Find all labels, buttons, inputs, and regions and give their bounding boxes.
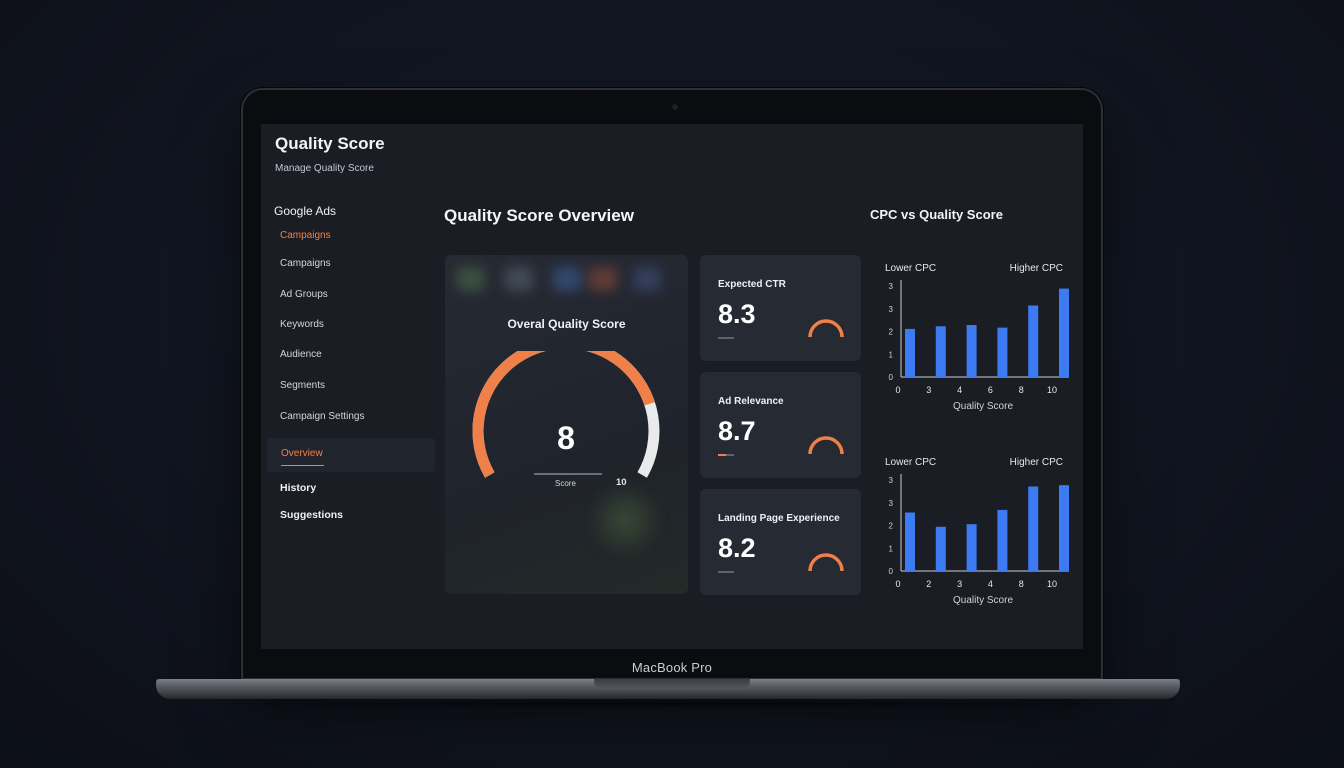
- bar: [905, 328, 915, 377]
- sidebar-item-overview[interactable]: Overview: [267, 438, 435, 472]
- y-tick-label: 3: [889, 499, 894, 508]
- x-tick-label: 2: [926, 579, 931, 589]
- metric-label: Landing Page Experience: [718, 513, 840, 524]
- sidebar-item-suggestions[interactable]: Suggestions: [280, 509, 343, 521]
- metric-card-ad-relevance[interactable]: Ad Relevance 8.7: [700, 372, 861, 478]
- bar: [935, 326, 946, 377]
- x-tick-label: 8: [1019, 579, 1024, 589]
- sidebar-item-ad-groups[interactable]: Ad Groups: [280, 289, 328, 300]
- bar: [966, 524, 977, 571]
- metric-card-landing-page-experience[interactable]: Landing Page Experience 8.2: [700, 489, 861, 595]
- x-tick-label: 0: [895, 385, 900, 395]
- bar: [1028, 305, 1039, 377]
- y-tick-label: 2: [889, 522, 894, 531]
- sidebar-item-segments[interactable]: Segments: [280, 380, 325, 391]
- annotation-higher-cpc: Higher CPC: [1010, 457, 1063, 468]
- sidebar-item-campaign-settings[interactable]: Campaign Settings: [280, 411, 365, 422]
- sidebar: Google Ads Campaigns Campaigns Ad Groups…: [261, 198, 437, 538]
- gauge-label: Overal Quality Score: [507, 317, 626, 331]
- sidebar-item-keywords[interactable]: Keywords: [280, 319, 324, 330]
- laptop-shadow: [200, 699, 1144, 709]
- x-axis-label: Quality Score: [953, 401, 1013, 412]
- gauge-divider: [534, 473, 602, 475]
- cpc-section-title: CPC vs Quality Score: [870, 207, 1003, 222]
- metric-label: Expected CTR: [718, 279, 786, 290]
- metric-underline: [718, 337, 734, 339]
- annotation-lower-cpc: Lower CPC: [885, 457, 936, 468]
- mini-gauge-icon: [808, 319, 844, 338]
- cpc-chart-1: Lower CPC Higher CPC 0 1 2 3 3 0 3 4 6 8 10 Quality S…: [885, 263, 1069, 412]
- metric-card-expected-ctr[interactable]: Expected CTR 8.3: [700, 255, 861, 361]
- x-tick-label: 4: [988, 579, 993, 589]
- metric-label: Ad Relevance: [718, 396, 784, 407]
- y-tick-label: 1: [889, 544, 894, 553]
- sidebar-item-campaigns[interactable]: Campaigns: [280, 258, 331, 269]
- x-tick-label: 4: [957, 385, 962, 395]
- bar: [905, 512, 915, 571]
- x-tick-label: 3: [957, 579, 962, 589]
- page-title: Quality Score: [275, 134, 385, 153]
- blurred-header-strip: [445, 255, 688, 299]
- bar: [1059, 288, 1069, 377]
- sidebar-item-campaigns-active[interactable]: Campaigns: [280, 230, 331, 241]
- overall-quality-score-card: Overal Quality Score 8 Score 10: [445, 255, 688, 594]
- x-axis-label: Quality Score: [953, 595, 1013, 606]
- x-tick-label: 6: [988, 385, 993, 395]
- x-tick-label: 10: [1047, 579, 1057, 589]
- mini-gauge-icon: [808, 553, 844, 572]
- y-tick-label: 3: [889, 476, 894, 485]
- y-tick-label: 1: [889, 350, 894, 359]
- gauge-max: 10: [616, 477, 627, 488]
- sidebar-item-audience[interactable]: Audience: [280, 349, 322, 360]
- mini-gauge-icon: [808, 436, 844, 455]
- sidebar-item-overview-label: Overview: [281, 448, 323, 459]
- x-tick-label: 8: [1019, 385, 1024, 395]
- metric-value: 8.2: [718, 533, 756, 563]
- x-tick-label: 10: [1047, 385, 1057, 395]
- bar: [935, 526, 946, 571]
- sidebar-section-google-ads: Google Ads: [274, 204, 337, 218]
- y-tick-label: 3: [889, 305, 894, 314]
- bar: [966, 325, 977, 377]
- cpc-chart-2: Lower CPC Higher CPC 0 1 2 3 3 0 2 3 4 8 10 Quality S…: [885, 457, 1069, 606]
- x-tick-label: 3: [926, 385, 931, 395]
- screen: Quality Score Manage Quality Score Googl…: [261, 124, 1083, 649]
- overview-title: Quality Score Overview: [444, 206, 634, 225]
- laptop-base-notch: [594, 679, 750, 689]
- y-tick-label: 0: [889, 373, 894, 382]
- gauge-value: 8: [557, 420, 575, 456]
- bar: [1028, 486, 1039, 571]
- device-label: MacBook Pro: [631, 660, 713, 675]
- y-tick-label: 3: [889, 282, 894, 291]
- page-subtitle: Manage Quality Score: [275, 163, 374, 174]
- metric-value: 8.7: [718, 416, 756, 446]
- metric-underline: [718, 454, 734, 456]
- x-tick-label: 0: [895, 579, 900, 589]
- y-tick-label: 2: [889, 328, 894, 337]
- metric-value: 8.3: [718, 299, 756, 329]
- camera-icon: [672, 104, 678, 110]
- bar: [1059, 485, 1069, 571]
- bar: [997, 509, 1008, 571]
- metric-underline: [718, 571, 734, 573]
- active-indicator: [281, 465, 324, 466]
- sidebar-item-history[interactable]: History: [280, 482, 316, 494]
- gauge-score-label: Score: [555, 479, 576, 488]
- y-tick-label: 0: [889, 567, 894, 576]
- bar: [997, 327, 1008, 377]
- annotation-higher-cpc: Higher CPC: [1010, 263, 1063, 274]
- annotation-lower-cpc: Lower CPC: [885, 263, 936, 274]
